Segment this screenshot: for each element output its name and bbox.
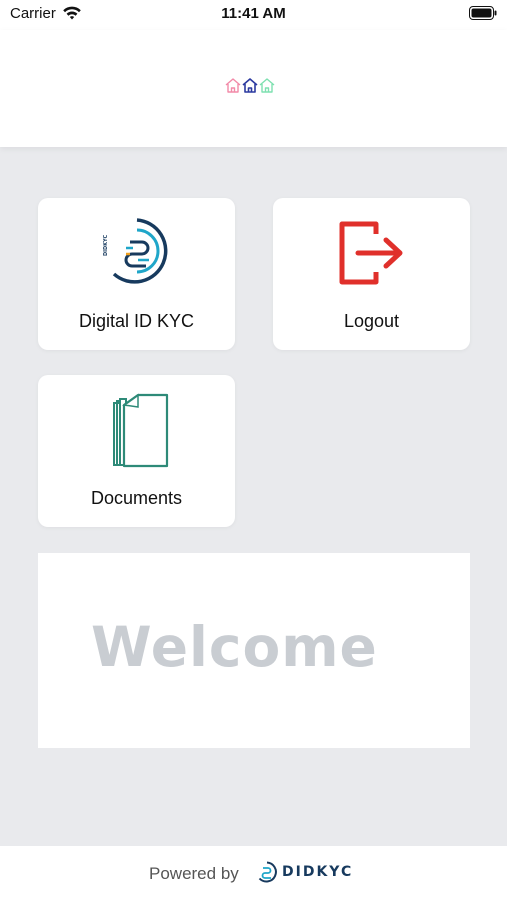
documents-icon: [38, 393, 235, 469]
home-icon-group: [225, 78, 275, 93]
documents-label: Documents: [90, 488, 183, 508]
documents-tile[interactable]: Documents: [38, 375, 235, 527]
home-icon-pink[interactable]: [225, 78, 241, 93]
logout-tile[interactable]: Logout: [273, 198, 470, 350]
footer-brand-logo: DIDKYC: [256, 861, 353, 883]
battery-icon: [469, 6, 497, 25]
svg-text:DIDKYC: DIDKYC: [103, 235, 109, 256]
powered-by-label: Powered by: [149, 864, 239, 883]
digital-id-kyc-label: Digital ID KYC: [78, 311, 195, 331]
footer: Powered by DIDKYC: [0, 846, 507, 900]
logout-label: Logout: [343, 311, 400, 331]
didkyc-mark-icon: [258, 861, 277, 883]
app-header: [0, 30, 507, 147]
status-bar: Carrier 11:41 AM: [0, 0, 507, 30]
home-icon-navy[interactable]: [242, 78, 258, 93]
footer-brand-text: DIDKYC: [282, 864, 354, 880]
digital-id-kyc-tile[interactable]: DIDKYC Digital ID KYC: [38, 198, 235, 350]
logout-icon: [273, 218, 470, 288]
didkyc-logo-icon: DIDKYC: [38, 216, 235, 286]
home-icon-mint[interactable]: [259, 78, 275, 93]
welcome-text: Welcome: [91, 615, 378, 679]
welcome-panel: Welcome: [38, 553, 470, 748]
clock-time: 11:41 AM: [221, 5, 286, 22]
